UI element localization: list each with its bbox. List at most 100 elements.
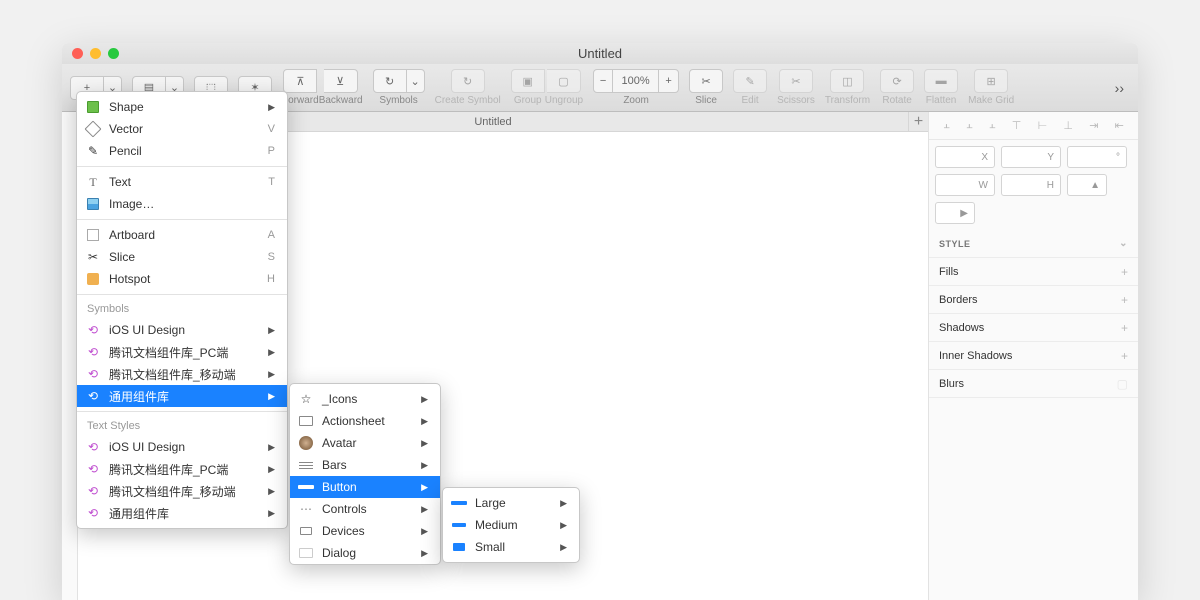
chevron-down-icon[interactable]: ⌄	[1119, 238, 1128, 249]
group-button[interactable]: ▣	[511, 69, 545, 93]
text-styles-header: Text Styles	[77, 416, 287, 436]
chevron-right-icon: ▶	[560, 498, 567, 509]
flip-h-button[interactable]: ▲	[1067, 174, 1107, 196]
button-icon	[298, 485, 314, 489]
submenu-item-medium[interactable]: Medium▶	[443, 514, 579, 536]
plus-icon[interactable]: +	[1121, 349, 1128, 363]
inner-shadows-section[interactable]: Inner Shadows+	[929, 342, 1138, 370]
add-tab-button[interactable]: +	[908, 112, 928, 132]
forward-button[interactable]: ⊼	[283, 69, 317, 93]
submenu-item-devices[interactable]: Devices▶	[290, 520, 440, 542]
shape-icon	[87, 101, 99, 113]
submenu-item-icons[interactable]: ☆_Icons▶	[290, 388, 440, 410]
toolbar-overflow[interactable]: ››	[1109, 80, 1130, 96]
chevron-right-icon: ▶	[268, 442, 275, 453]
actionsheet-icon	[299, 416, 313, 426]
avatar-icon	[299, 436, 313, 450]
flatten-button[interactable]: ▬	[924, 69, 958, 93]
chevron-right-icon: ▶	[421, 482, 428, 493]
zoom-in-button[interactable]: +	[659, 69, 679, 93]
chevron-right-icon: ▶	[268, 391, 275, 402]
w-field[interactable]: W	[935, 174, 995, 196]
transform2-button[interactable]: ◫	[830, 69, 864, 93]
distribute-v-icon[interactable]: ⇤	[1115, 119, 1124, 132]
borders-section[interactable]: Borders+	[929, 286, 1138, 314]
slice-button[interactable]: ✂	[689, 69, 723, 93]
flip-v-button[interactable]: ▶	[935, 202, 975, 224]
symbols-dropdown[interactable]: ⌄	[407, 69, 425, 93]
rotation-field[interactable]: °	[1067, 146, 1127, 168]
zoom-value[interactable]: 100%	[613, 69, 659, 93]
symbols-button[interactable]: ↻	[373, 69, 407, 93]
menu-item-shape[interactable]: Shape▶	[77, 96, 287, 118]
submenu-item-avatar[interactable]: Avatar▶	[290, 432, 440, 454]
align-center-v-icon[interactable]: ⊢	[1038, 119, 1048, 132]
submenu-item-actionsheet[interactable]: Actionsheet▶	[290, 410, 440, 432]
scissors-button[interactable]: ✂	[779, 69, 813, 93]
chevron-right-icon: ▶	[421, 548, 428, 559]
menu-item-artboard[interactable]: ArtboardA	[77, 224, 287, 246]
ungroup-button[interactable]: ▢	[547, 69, 581, 93]
style-header: STYLE⌄	[929, 230, 1138, 258]
menu-item-slice[interactable]: ✂SliceS	[77, 246, 287, 268]
zoom-out-button[interactable]: −	[593, 69, 613, 93]
submenu-item-large[interactable]: Large▶	[443, 492, 579, 514]
symbols-header: Symbols	[77, 299, 287, 319]
shadows-section[interactable]: Shadows+	[929, 314, 1138, 342]
submenu-item-small[interactable]: Small▶	[443, 536, 579, 558]
slice-label: Slice	[695, 95, 717, 106]
link-icon: ⟲	[85, 483, 101, 499]
align-top-icon[interactable]: ⊤	[1012, 119, 1022, 132]
menu-item-vector[interactable]: VectorV	[77, 118, 287, 140]
rotate-label: Rotate	[882, 95, 911, 106]
y-field[interactable]: Y	[1001, 146, 1061, 168]
menu-item-symbol-lib[interactable]: ⟲通用组件库▶	[77, 385, 287, 407]
backward-button[interactable]: ⊻	[324, 69, 358, 93]
menu-item-symbol-lib[interactable]: ⟲腾讯文档组件库_PC端▶	[77, 341, 287, 363]
chevron-right-icon: ▶	[268, 369, 275, 380]
menu-item-text[interactable]: TTextT	[77, 171, 287, 193]
menu-item-symbol-lib[interactable]: ⟲iOS UI Design▶	[77, 319, 287, 341]
chevron-right-icon: ▶	[421, 438, 428, 449]
controls-icon: ⋯	[298, 501, 314, 517]
plus-icon[interactable]: +	[1121, 265, 1128, 279]
menu-item-symbol-lib[interactable]: ⟲腾讯文档组件库_移动端▶	[77, 363, 287, 385]
rotate-button[interactable]: ⟳	[880, 69, 914, 93]
edit-button[interactable]: ✎	[733, 69, 767, 93]
align-bottom-icon[interactable]: ⊥	[1063, 119, 1073, 132]
symbols-label: Symbols	[379, 95, 417, 106]
submenu-item-bars[interactable]: Bars▶	[290, 454, 440, 476]
menu-item-hotspot[interactable]: HotspotH	[77, 268, 287, 290]
submenu-item-dialog[interactable]: Dialog▶	[290, 542, 440, 564]
submenu-item-controls[interactable]: ⋯Controls▶	[290, 498, 440, 520]
distribute-h-icon[interactable]: ⇥	[1089, 119, 1098, 132]
fills-section[interactable]: Fills+	[929, 258, 1138, 286]
blur-toggle[interactable]: ▢	[1117, 377, 1128, 391]
align-left-icon[interactable]: ⫠	[943, 119, 950, 132]
blurs-section[interactable]: Blurs▢	[929, 370, 1138, 398]
menu-item-text-style[interactable]: ⟲iOS UI Design▶	[77, 436, 287, 458]
h-field[interactable]: H	[1001, 174, 1061, 196]
plus-icon[interactable]: +	[1121, 321, 1128, 335]
x-field[interactable]: X	[935, 146, 995, 168]
plus-icon[interactable]: +	[1121, 293, 1128, 307]
menu-item-text-style[interactable]: ⟲通用组件库▶	[77, 502, 287, 524]
star-icon: ☆	[298, 391, 314, 407]
menu-item-image[interactable]: Image…	[77, 193, 287, 215]
menu-item-text-style[interactable]: ⟲腾讯文档组件库_PC端▶	[77, 458, 287, 480]
make-grid-button[interactable]: ⊞	[974, 69, 1008, 93]
menu-item-text-style[interactable]: ⟲腾讯文档组件库_移动端▶	[77, 480, 287, 502]
chevron-right-icon: ▶	[268, 102, 275, 113]
symbol-library-submenu: ☆_Icons▶ Actionsheet▶ Avatar▶ Bars▶ Butt…	[289, 383, 441, 565]
text-icon: T	[85, 174, 101, 190]
scissors-label: Scissors	[777, 95, 815, 106]
menu-item-pencil[interactable]: ✎PencilP	[77, 140, 287, 162]
bars-icon	[299, 462, 313, 469]
link-icon: ⟲	[85, 461, 101, 477]
align-right-icon[interactable]: ⫠	[989, 119, 996, 132]
create-symbol-button[interactable]: ↻	[451, 69, 485, 93]
align-center-h-icon[interactable]: ⫠	[966, 119, 973, 132]
chevron-right-icon: ▶	[421, 416, 428, 427]
submenu-item-button[interactable]: Button▶	[290, 476, 440, 498]
chevron-right-icon: ▶	[421, 526, 428, 537]
